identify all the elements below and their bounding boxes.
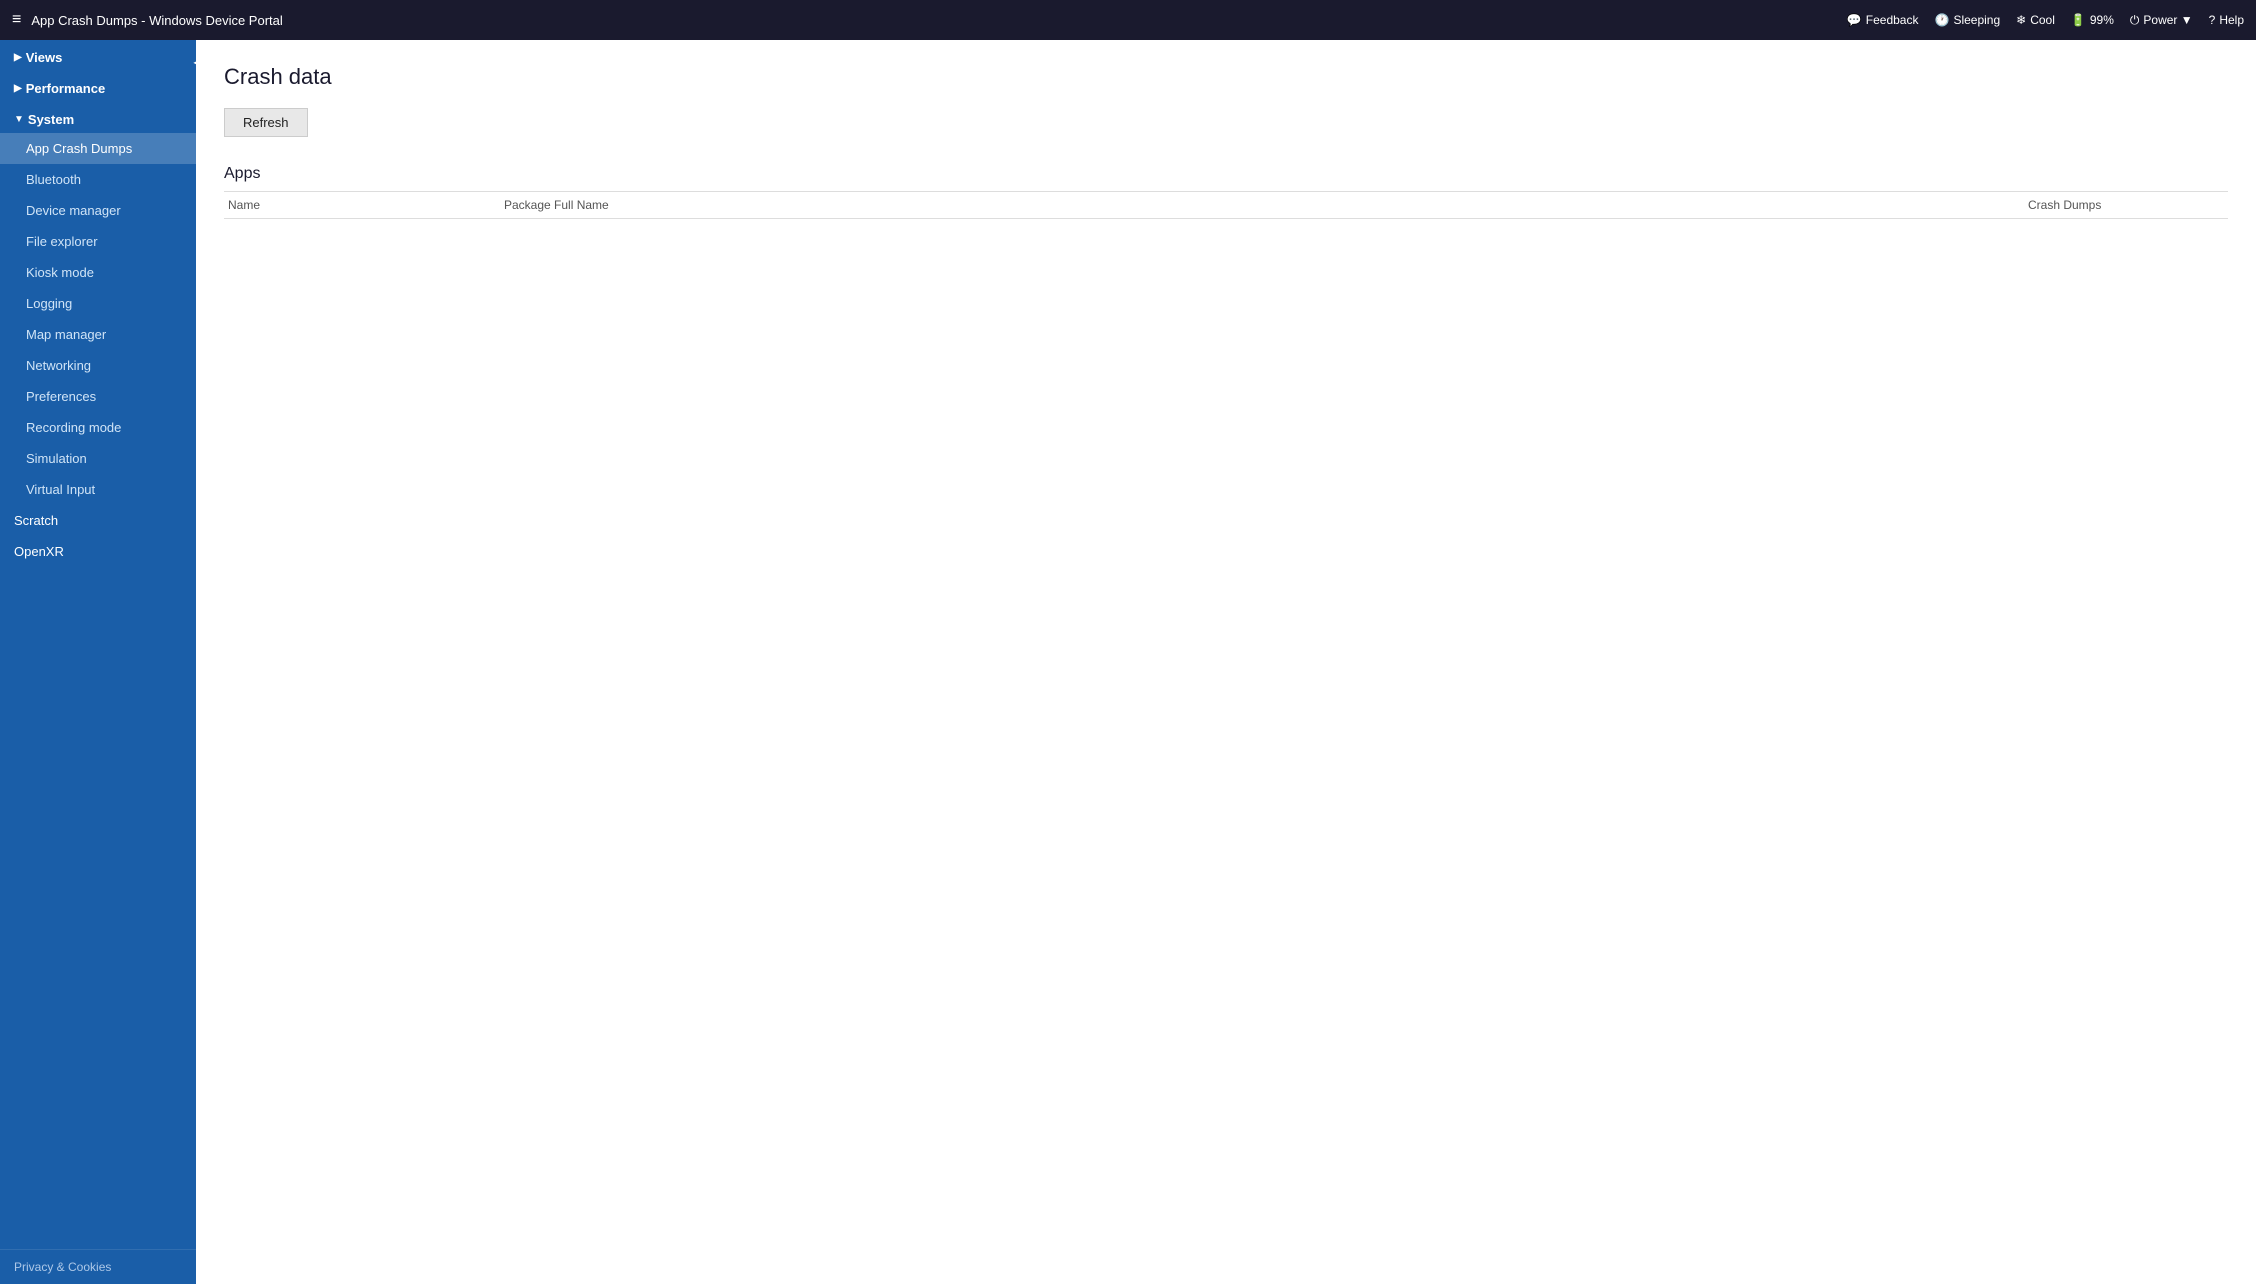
sidebar-item-simulation[interactable]: Simulation	[0, 443, 196, 474]
column-package-header: Package Full Name	[504, 198, 2028, 212]
system-arrow-icon: ▼	[14, 114, 24, 125]
battery-label: 99%	[2090, 13, 2114, 27]
power-status[interactable]: ⏻ Power ▼	[2130, 13, 2193, 28]
privacy-cookies-link[interactable]: Privacy & Cookies	[14, 1260, 111, 1274]
sidebar-item-device-manager[interactable]: Device manager	[0, 195, 196, 226]
power-label: Power ▼	[2143, 13, 2192, 27]
sidebar-item-file-explorer[interactable]: File explorer	[0, 226, 196, 257]
page-title: Crash data	[224, 64, 2228, 90]
sidebar-performance-label: Performance	[26, 81, 105, 96]
sidebar-item-openxr[interactable]: OpenXR	[0, 536, 196, 567]
table-header: Name Package Full Name Crash Dumps	[224, 192, 2228, 219]
sleeping-status: 🕐 Sleeping	[1934, 13, 2000, 27]
sidebar: ◀ ▶ Views ▶ Performance ▼ System App Cra…	[0, 40, 196, 1284]
column-name-header: Name	[224, 198, 504, 212]
sidebar-item-recording-mode[interactable]: Recording mode	[0, 412, 196, 443]
sidebar-item-networking[interactable]: Networking	[0, 350, 196, 381]
sidebar-item-kiosk-mode[interactable]: Kiosk mode	[0, 257, 196, 288]
power-icon: ⏻	[2130, 13, 2140, 28]
performance-arrow-icon: ▶	[14, 83, 22, 94]
battery-icon: 🔋	[2071, 13, 2086, 27]
sidebar-system-label: System	[28, 112, 74, 127]
sidebar-item-scratch[interactable]: Scratch	[0, 505, 196, 536]
sidebar-item-app-crash-dumps[interactable]: App Crash Dumps	[0, 133, 196, 164]
titlebar: ≡ App Crash Dumps - Windows Device Porta…	[0, 0, 2256, 40]
window-title: App Crash Dumps - Windows Device Portal	[31, 13, 1846, 28]
menu-icon[interactable]: ≡	[12, 11, 21, 29]
battery-status: 🔋 99%	[2071, 13, 2114, 27]
sidebar-footer: Privacy & Cookies	[0, 1249, 196, 1284]
help-status[interactable]: ? Help	[2209, 13, 2244, 27]
help-label: Help	[2219, 13, 2244, 27]
refresh-button[interactable]: Refresh	[224, 108, 308, 137]
help-icon: ?	[2209, 13, 2216, 27]
sidebar-section-performance[interactable]: ▶ Performance	[0, 71, 196, 102]
apps-section-title: Apps	[224, 165, 2228, 183]
apps-table: Name Package Full Name Crash Dumps	[224, 191, 2228, 219]
sidebar-collapse-button[interactable]: ◀	[188, 50, 196, 74]
column-crash-header: Crash Dumps	[2028, 198, 2228, 212]
cool-label: Cool	[2030, 13, 2055, 27]
feedback-label: Feedback	[1866, 13, 1919, 27]
sidebar-item-logging[interactable]: Logging	[0, 288, 196, 319]
status-bar: 💬 Feedback 🕐 Sleeping ❄ Cool 🔋 99% ⏻ Pow…	[1847, 13, 2244, 28]
feedback-status[interactable]: 💬 Feedback	[1847, 13, 1919, 27]
feedback-icon: 💬	[1847, 13, 1862, 27]
sidebar-views-label: Views	[26, 50, 63, 65]
sidebar-item-preferences[interactable]: Preferences	[0, 381, 196, 412]
sleeping-icon: 🕐	[1934, 13, 1949, 27]
views-arrow-icon: ▶	[14, 52, 22, 63]
sleeping-label: Sleeping	[1953, 13, 2000, 27]
sidebar-item-bluetooth[interactable]: Bluetooth	[0, 164, 196, 195]
sidebar-item-map-manager[interactable]: Map manager	[0, 319, 196, 350]
cool-status: ❄ Cool	[2016, 13, 2055, 27]
content-area: Crash data Refresh Apps Name Package Ful…	[196, 40, 2256, 1284]
cool-icon: ❄	[2016, 13, 2026, 27]
main-layout: ◀ ▶ Views ▶ Performance ▼ System App Cra…	[0, 40, 2256, 1284]
sidebar-section-system[interactable]: ▼ System	[0, 102, 196, 133]
sidebar-item-virtual-input[interactable]: Virtual Input	[0, 474, 196, 505]
sidebar-section-views[interactable]: ▶ Views	[0, 40, 196, 71]
